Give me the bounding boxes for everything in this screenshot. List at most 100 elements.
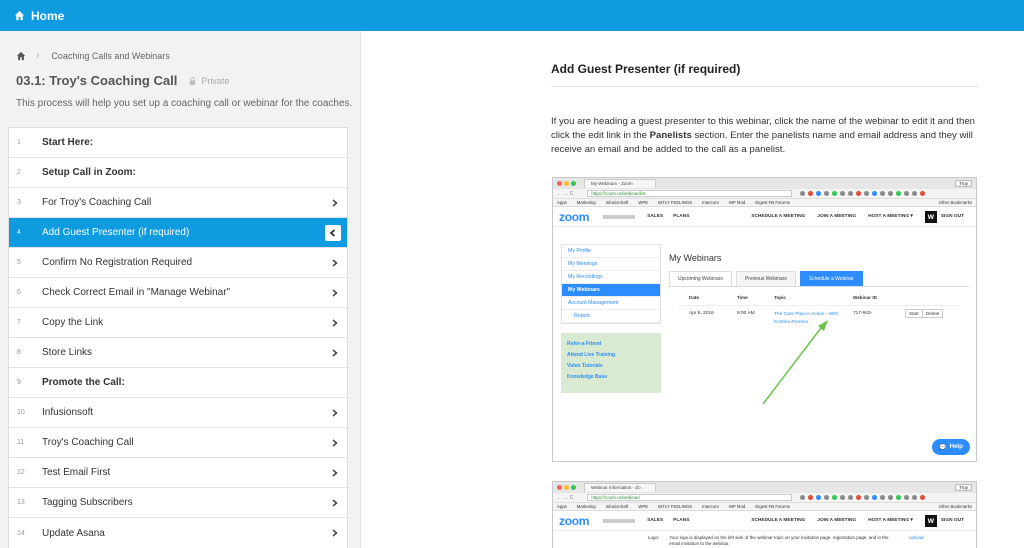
maximize-dot-icon (571, 181, 576, 186)
bookmark: Marketing (576, 504, 596, 509)
chevron-right-icon (323, 408, 347, 417)
step-item[interactable]: 6 Check Correct Email in "Manage Webinar" (9, 278, 347, 308)
bookmark: BITLY FEELINGS (658, 200, 693, 205)
breadcrumb: › Coaching Calls and Webinars (16, 50, 170, 61)
schedule-webinar-button: Schedule a Webinar (799, 271, 863, 287)
breadcrumb-section[interactable]: Coaching Calls and Webinars (51, 51, 169, 61)
divider (669, 286, 969, 287)
maximize-dot-icon (571, 485, 576, 490)
step-item-active[interactable]: 4 Add Guest Presenter (if required) (9, 218, 347, 248)
step-label: Check Correct Email in "Manage Webinar" (42, 287, 231, 298)
close-dot-icon (557, 485, 562, 490)
chevron-left-icon[interactable] (325, 224, 341, 241)
bookmark: WPE (638, 504, 649, 509)
bookmark: Apps (557, 504, 567, 509)
zoom-side-item: Account Management (562, 297, 660, 310)
zoom-cell: Apr 6, 2016 (689, 311, 714, 316)
zoom-help-links: Refer-a-Friend Attend Live Training Vide… (561, 333, 661, 393)
home-icon[interactable] (14, 10, 25, 21)
sign-out-link: SIGN OUT (940, 214, 964, 219)
zoom-help-link: Knowledge Base (567, 374, 608, 380)
step-number: 2 (17, 169, 21, 176)
zoom-tab: Upcoming Webinars (669, 271, 732, 287)
chevron-right-icon (323, 198, 347, 207)
step-number: 9 (17, 379, 21, 386)
bookmark: WPE (638, 200, 649, 205)
url-field: https://zoom.us/webinar/list (587, 190, 793, 197)
step-number: 10 (17, 409, 25, 416)
bookmark: WP Mod (728, 200, 746, 205)
home-link[interactable]: Home (31, 9, 64, 23)
zoom-help-link: Video Tutorials (567, 363, 603, 369)
browser-addressbar: ← → C https://zoom.us/webinar/ (553, 493, 976, 503)
step-item[interactable]: 12 Test Email First (9, 458, 347, 488)
chevron-right-icon (323, 438, 347, 447)
zoom-navbar: zoom SALES PLANS SCHEDULE A MEETING JOIN… (553, 511, 976, 531)
zoom-col-header: Time (737, 295, 748, 300)
zoom-nav-link: SALES (647, 518, 664, 523)
browser-tabbar: Webinar Information - Zo Troy (553, 482, 976, 493)
step-number: 14 (17, 529, 25, 537)
extension-icons (800, 191, 928, 196)
zoom-col-header: Topic (774, 295, 786, 300)
zoom-nav-link: SALES (647, 214, 664, 219)
step-number: 4 (17, 229, 21, 236)
page-title: 03.1: Troy's Coaching Call (16, 73, 178, 88)
step-number: 1 (17, 139, 21, 146)
divider (678, 305, 960, 306)
privacy-label: Private (201, 75, 230, 86)
step-item[interactable]: 13 Tagging Subscribers (9, 488, 347, 518)
lock-icon (190, 76, 196, 85)
step-heading: Add Guest Presenter (if required) (551, 62, 741, 76)
step-item[interactable]: 10 Infusionsoft (9, 398, 347, 428)
process-description: This process will help you set up a coac… (16, 98, 353, 109)
nav-arrows-icon: ← → C (557, 494, 574, 501)
zoom-side-item-active: My Webinars (562, 284, 660, 297)
step-item[interactable]: 14 Update Asana (9, 518, 347, 548)
other-bookmarks: Other Bookmarks (938, 504, 972, 509)
zoom-nav-right: SCHEDULE A MEETING JOIN A MEETING HOST A… (751, 514, 976, 527)
zoom-nav-right: SCHEDULE A MEETING JOIN A MEETING HOST A… (751, 210, 976, 223)
chevron-right-icon: › (36, 50, 40, 61)
chevron-right-icon (323, 318, 347, 327)
step-item[interactable]: 3 For Troy's Coaching Call (9, 188, 347, 218)
step-item[interactable]: 5 Confirm No Registration Required (9, 248, 347, 278)
zoom-nav-link: HOST A MEETING ▾ (868, 214, 913, 219)
step-number: 12 (17, 469, 25, 476)
zoom-logo: zoom (559, 209, 590, 224)
zoom-side-item: My Meetings (562, 258, 660, 271)
step-item[interactable]: 7 Copy the Link (9, 308, 347, 338)
zoom-nav-link: HOST A MEETING ▾ (868, 518, 913, 523)
process-title-row: 03.1: Troy's Coaching Call Private (16, 73, 229, 88)
extension-icons (800, 495, 928, 500)
nav-arrows-icon: ← → C (557, 190, 574, 197)
chevron-right-icon (323, 498, 347, 507)
step-label: Start Here: (42, 137, 94, 148)
chevron-right-icon (323, 529, 347, 537)
logo-setting-label: Logo: (648, 535, 660, 540)
step-item[interactable]: 11 Troy's Coaching Call (9, 428, 347, 458)
upload-link: Upload (909, 535, 924, 540)
zoom-screenshot-1: My Webinars - Zoom Troy ← → C https://zo… (552, 177, 977, 462)
privacy-badge: Private (189, 76, 229, 86)
browser-addressbar: ← → C https://zoom.us/webinar/list (553, 189, 976, 199)
step-item[interactable]: 9 Promote the Call: (9, 368, 347, 398)
home-icon[interactable] (16, 51, 26, 61)
help-label: Help (949, 444, 963, 450)
step-item[interactable]: 8 Store Links (9, 338, 347, 368)
bookmark: Intercom (702, 504, 719, 509)
bookmark: InfusionSoft (605, 200, 629, 205)
bookmark: Intercom (702, 200, 719, 205)
chat-icon: 💬 (939, 444, 947, 451)
chevron-right-icon (323, 288, 347, 297)
zoom-side-item: My Profile (562, 245, 660, 258)
chevron-right-icon (323, 348, 347, 357)
zoom-help-link: Attend Live Training (567, 352, 616, 358)
step-label: Tagging Subscribers (42, 497, 133, 508)
zoom-sidenav: My Profile My Meetings My Recordings My … (561, 244, 661, 324)
bookmark: BITLY FEELINGS (658, 504, 693, 509)
zoom-nav-link: JOIN A MEETING (817, 214, 857, 219)
start-button: Start (905, 309, 923, 318)
step-item[interactable]: 2 Setup Call in Zoom: (9, 158, 347, 188)
step-item[interactable]: 1 Start Here: (9, 128, 347, 158)
